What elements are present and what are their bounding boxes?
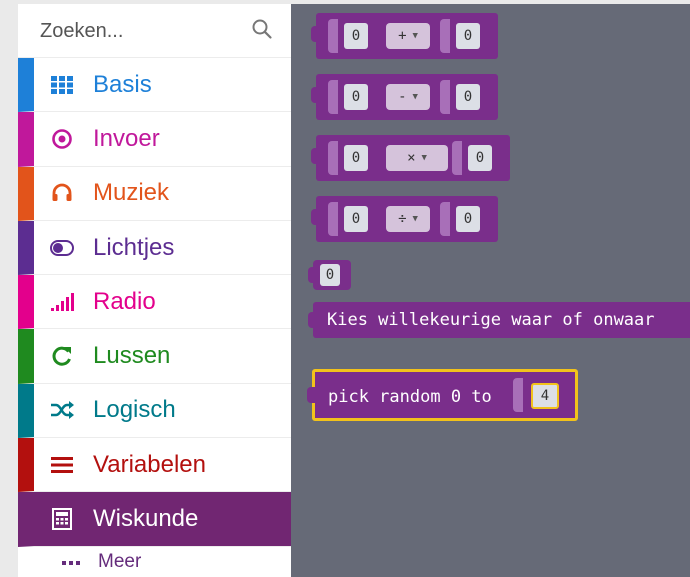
calculator-icon <box>50 507 74 531</box>
category-label: Radio <box>93 287 156 315</box>
ellipsis-icon <box>62 551 80 573</box>
number-input[interactable]: 0 <box>456 23 480 49</box>
operator-dropdown[interactable]: × ▼ <box>386 145 448 171</box>
lines-icon <box>50 453 74 477</box>
math-divide-block[interactable]: 0 ÷ ▼ 0 <box>311 196 498 242</box>
operator-label: ÷ <box>398 211 407 227</box>
toggle-icon <box>50 236 74 260</box>
number-input[interactable]: 0 <box>344 145 368 171</box>
dropdown-arrow-icon: ▼ <box>412 214 418 224</box>
category-basis[interactable]: Basis <box>18 58 291 113</box>
output-connector <box>308 312 317 328</box>
category-variabelen[interactable]: Variabelen <box>18 438 291 493</box>
category-label: Lichtjes <box>93 233 175 261</box>
input-socket <box>328 202 338 236</box>
operator-label: + <box>398 28 407 44</box>
output-connector <box>311 209 320 225</box>
category-invoer[interactable]: Invoer <box>18 112 291 167</box>
block-workspace[interactable]: 0 + ▼ 0 0 - ▼ 0 0 × ▼ 0 0 ÷ ▼ 0 0 Kies wil <box>291 4 690 577</box>
number-input[interactable]: 0 <box>456 84 480 110</box>
category-label: Wiskunde <box>93 505 199 533</box>
output-connector <box>308 267 317 283</box>
output-connector <box>311 148 320 164</box>
refresh-icon <box>50 344 74 368</box>
operator-dropdown[interactable]: + ▼ <box>386 23 430 49</box>
math-subtract-block[interactable]: 0 - ▼ 0 <box>311 74 498 120</box>
operator-dropdown[interactable]: - ▼ <box>386 84 430 110</box>
operator-label: - <box>398 89 407 105</box>
output-connector <box>311 87 320 103</box>
category-muziek[interactable]: Muziek <box>18 166 291 221</box>
input-socket <box>513 378 523 412</box>
dropdown-arrow-icon: ▼ <box>412 31 418 41</box>
headphones-icon <box>50 181 74 205</box>
toolbox: Basis Invoer Muziek Lichtjes Radio Lusse… <box>18 4 291 577</box>
category-label: Invoer <box>93 124 160 152</box>
random-boolean-block[interactable]: Kies willekeurige waar of onwaar <box>308 302 690 338</box>
input-socket <box>328 19 338 53</box>
number-input[interactable]: 0 <box>468 145 492 171</box>
number-input[interactable]: 0 <box>344 23 368 49</box>
more-item[interactable]: Meer <box>34 546 291 577</box>
search-bar <box>18 4 291 58</box>
input-socket <box>440 19 450 53</box>
operator-dropdown[interactable]: ÷ ▼ <box>386 206 430 232</box>
input-socket <box>328 80 338 114</box>
category-label: Variabelen <box>93 450 206 478</box>
input-socket <box>440 80 450 114</box>
output-connector <box>311 26 320 42</box>
dropdown-arrow-icon: ▼ <box>421 153 427 163</box>
math-add-block[interactable]: 0 + ▼ 0 <box>311 13 498 59</box>
dropdown-arrow-icon: ▼ <box>412 92 418 102</box>
signal-bars-icon <box>50 290 74 314</box>
shuffle-icon <box>50 398 74 422</box>
input-socket <box>452 141 462 175</box>
category-radio[interactable]: Radio <box>18 275 291 330</box>
category-label: Basis <box>93 70 152 98</box>
input-socket <box>440 202 450 236</box>
category-label: Muziek <box>93 179 170 207</box>
category-lussen[interactable]: Lussen <box>18 329 291 384</box>
category-logisch[interactable]: Logisch <box>18 383 291 439</box>
block-label: Kies willekeurige waar of onwaar <box>327 310 655 330</box>
operator-label: × <box>407 150 416 166</box>
number-input[interactable]: 0 <box>320 264 340 286</box>
more-label: Meer <box>98 551 142 572</box>
output-connector <box>307 387 316 403</box>
category-lichtjes[interactable]: Lichtjes <box>18 220 291 276</box>
search-icon[interactable] <box>251 18 273 44</box>
grid-icon <box>50 73 74 97</box>
number-input[interactable]: 4 <box>531 383 559 409</box>
number-input[interactable]: 0 <box>456 206 480 232</box>
block-label: pick random 0 to <box>328 387 492 407</box>
number-input[interactable]: 0 <box>344 206 368 232</box>
target-icon <box>50 127 74 151</box>
number-input[interactable]: 0 <box>344 84 368 110</box>
input-socket <box>328 141 338 175</box>
category-label: Lussen <box>93 342 171 370</box>
category-wiskunde[interactable]: Wiskunde <box>18 492 291 547</box>
math-multiply-block[interactable]: 0 × ▼ 0 <box>311 135 510 181</box>
math-number-block[interactable]: 0 <box>308 260 351 290</box>
pick-random-block[interactable]: pick random 0 to 4 <box>307 369 578 421</box>
category-label: Logisch <box>93 396 176 424</box>
